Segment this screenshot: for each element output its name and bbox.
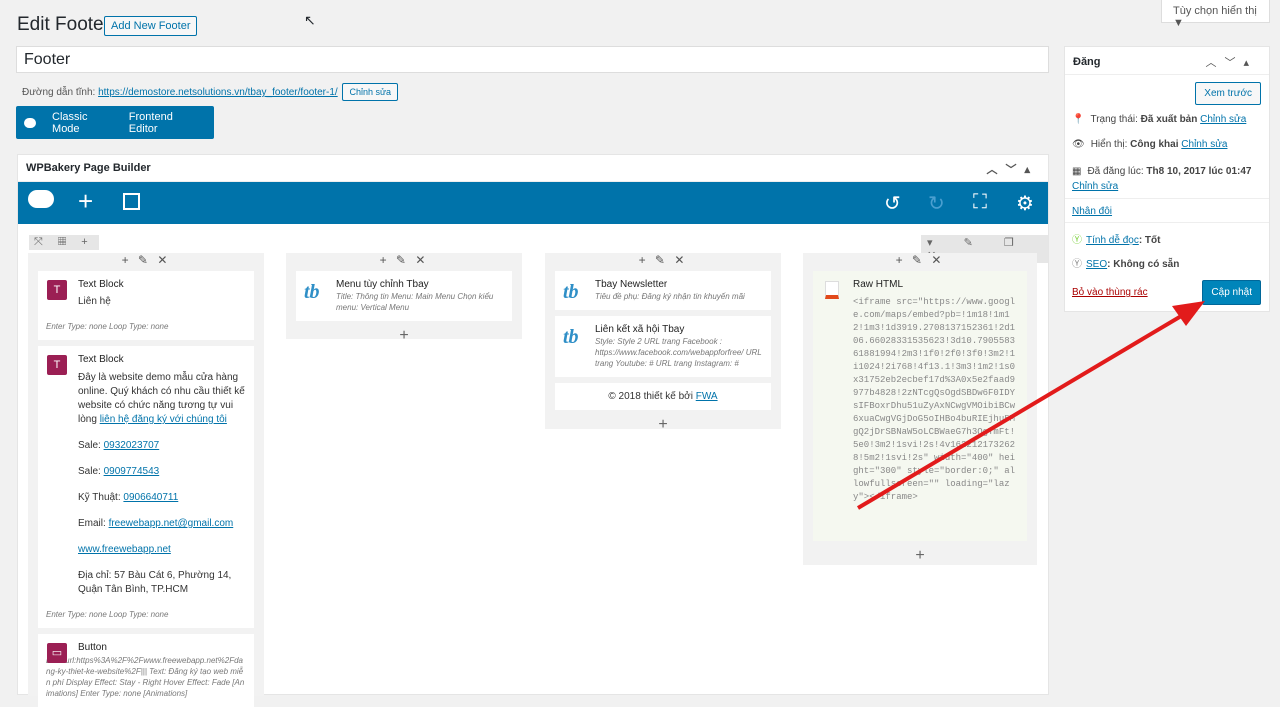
annotation-arrow: [856, 301, 1205, 510]
